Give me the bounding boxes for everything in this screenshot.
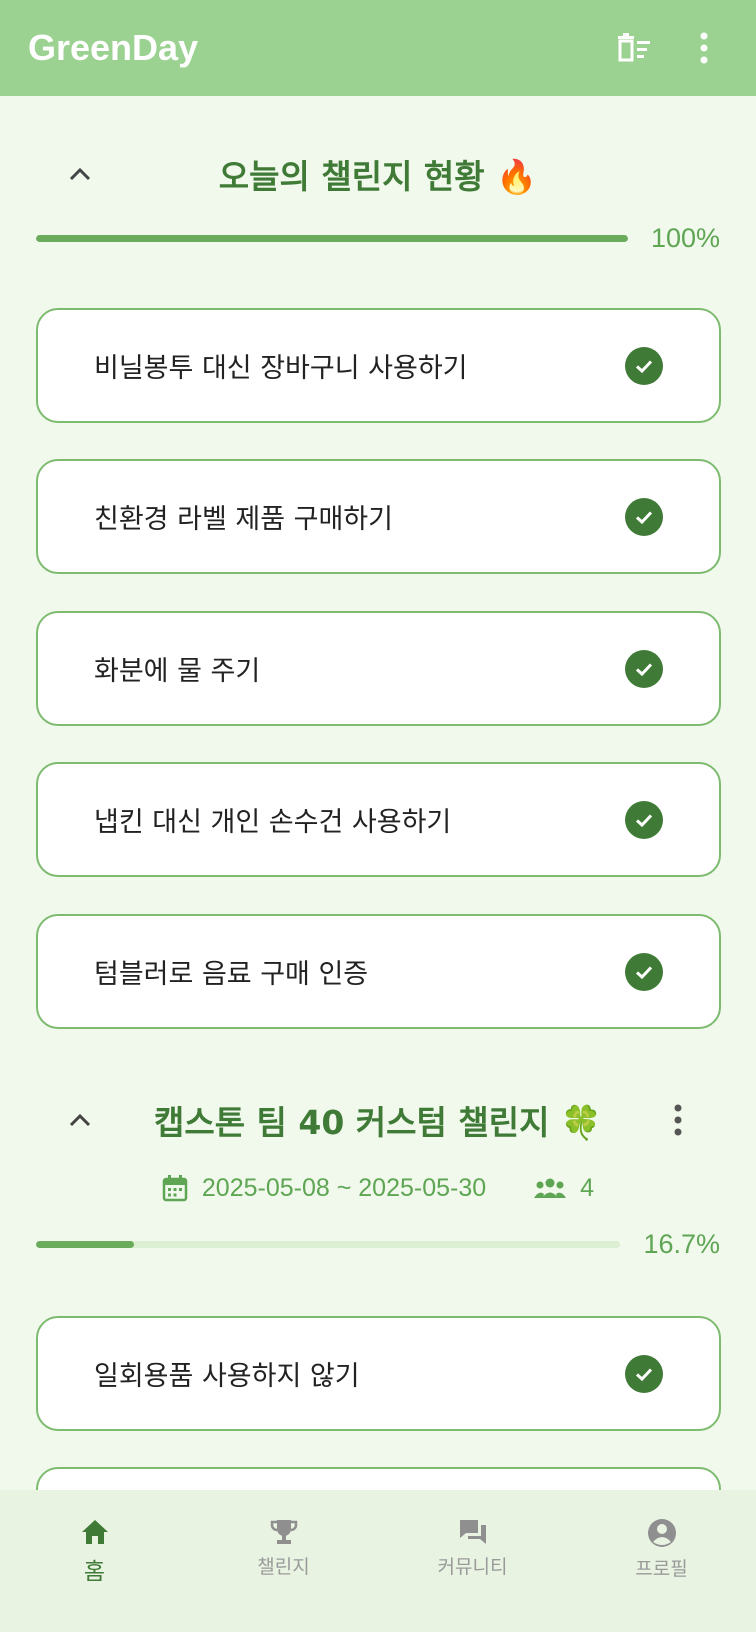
custom-more-button[interactable] (656, 1098, 700, 1142)
challenge-item[interactable] (36, 1467, 721, 1490)
group-icon (534, 1177, 567, 1199)
bottom-navigation: 홈 챌린지 커뮤니티 프로필 (0, 1490, 756, 1632)
trophy-icon (270, 1520, 297, 1544)
challenge-item-label: 텀블러로 음료 구매 인증 (94, 959, 369, 990)
account-icon (647, 1519, 676, 1547)
check-circle-icon[interactable] (625, 649, 663, 688)
nav-label-home: 홈 (83, 1559, 106, 1585)
challenge-item-label: 친환경 라벨 제품 구매하기 (94, 504, 393, 535)
more-vert-icon (700, 32, 708, 64)
check-circle-icon[interactable] (625, 800, 663, 839)
daily-progress-track (36, 234, 628, 242)
nav-item-home[interactable]: 홈 (0, 1490, 189, 1632)
challenge-item[interactable]: 친환경 라벨 제품 구매하기 (36, 459, 721, 574)
daily-progress: 100% (36, 218, 720, 258)
nav-label-profile: 프로필 (635, 1558, 688, 1580)
custom-section-header: 캡스톤 팀 40 커스텀 챌린지 🍀 (36, 1090, 720, 1150)
challenge-item-label: 비닐봉투 대신 장바구니 사용하기 (94, 353, 468, 384)
nav-item-profile[interactable]: 프로필 (567, 1490, 756, 1632)
member-count: 4 (580, 1173, 595, 1202)
nav-item-challenge[interactable]: 챌린지 (189, 1490, 378, 1632)
challenge-item[interactable]: 냅킨 대신 개인 손수건 사용하기 (36, 762, 721, 877)
nav-label-challenge: 챌린지 (257, 1556, 310, 1578)
challenge-item[interactable]: 일회용품 사용하지 않기 (36, 1316, 721, 1431)
custom-meta-row: 2025-05-08 ~ 2025-05-30 4 (0, 1168, 756, 1208)
challenge-item-label: 화분에 물 주기 (94, 656, 261, 687)
main-content[interactable]: 오늘의 챌린지 현황 🔥 100% 비닐봉투 대신 장바구니 사용하기 친환경 … (0, 96, 756, 1490)
daily-progress-label: 100% (650, 222, 720, 253)
challenge-item-label: 냅킨 대신 개인 손수건 사용하기 (94, 807, 452, 838)
check-circle-icon[interactable] (625, 497, 663, 536)
calendar-icon (162, 1174, 188, 1202)
challenge-item[interactable]: 화분에 물 주기 (36, 611, 721, 726)
daily-progress-fill (36, 234, 628, 242)
challenge-period: 2025-05-08 ~ 2025-05-30 (201, 1173, 487, 1202)
nav-label-community: 커뮤니티 (437, 1556, 508, 1578)
custom-progress-label: 16.7% (643, 1228, 720, 1259)
home-icon (81, 1520, 108, 1544)
custom-progress-track (36, 1240, 620, 1248)
custom-collapse-button[interactable] (58, 1098, 102, 1142)
delete-sweep-button[interactable] (610, 24, 658, 72)
nav-item-community[interactable]: 커뮤니티 (378, 1490, 567, 1632)
challenge-item[interactable]: 비닐봉투 대신 장바구니 사용하기 (36, 308, 721, 423)
daily-section-header: 오늘의 챌린지 현황 🔥 (36, 144, 720, 204)
delete-sweep-icon (618, 33, 650, 62)
check-circle-icon[interactable] (625, 346, 663, 385)
chevron-up-icon (69, 167, 91, 181)
more-vert-icon (674, 1104, 682, 1136)
daily-collapse-button[interactable] (58, 152, 102, 196)
chevron-up-icon (69, 1113, 91, 1127)
custom-section-title: 캡스톤 팀 40 커스텀 챌린지 🍀 (153, 1103, 603, 1142)
challenge-item[interactable]: 텀블러로 음료 구매 인증 (36, 914, 721, 1029)
daily-section-title: 오늘의 챌린지 현황 🔥 (218, 157, 538, 196)
app-bar: GreenDay (0, 0, 756, 96)
app-title: GreenDay (28, 27, 199, 68)
custom-progress-fill (36, 1240, 134, 1248)
check-circle-icon[interactable] (625, 1354, 663, 1393)
check-circle-icon[interactable] (625, 952, 663, 991)
custom-progress: 16.7% (36, 1224, 720, 1264)
forum-icon (459, 1520, 486, 1544)
challenge-item-label: 일회용품 사용하지 않기 (94, 1361, 360, 1392)
overflow-menu-button[interactable] (680, 24, 728, 72)
